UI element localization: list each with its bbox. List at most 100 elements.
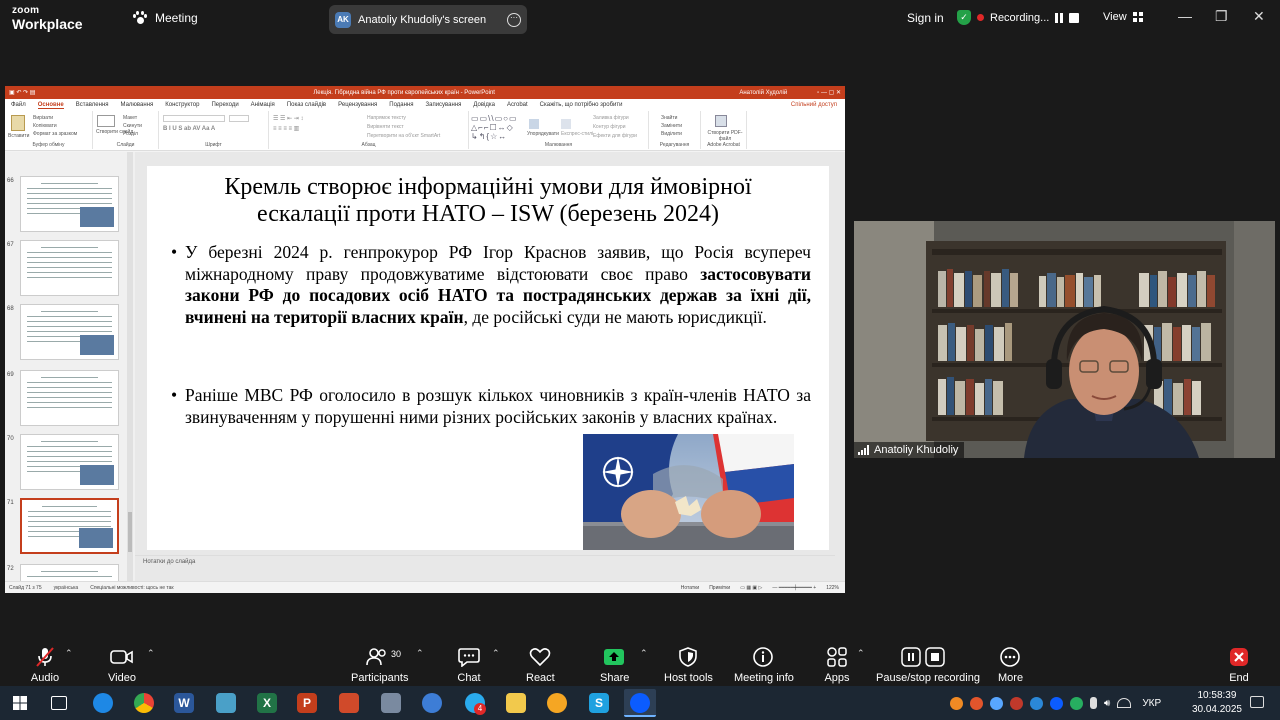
text-direction-button[interactable]: Напрямок тексту xyxy=(367,115,406,121)
stop-recording-icon[interactable] xyxy=(1069,12,1080,23)
ppt-tab[interactable]: Acrobat xyxy=(507,102,528,108)
shape-effects-button[interactable]: Ефекти для фігури xyxy=(593,133,637,139)
share-options-caret[interactable]: ⌃ xyxy=(640,648,648,659)
chat-button[interactable]: Chat xyxy=(456,646,482,684)
shapes-gallery[interactable]: ▭▭\\▭○▭ △⌐⌐☐↔◇ ↳↰{☆↔ xyxy=(471,114,518,141)
more-options-icon[interactable]: ··· xyxy=(507,12,521,27)
smartart-button[interactable]: Перетворити на об'єкт SmartArt xyxy=(367,133,440,139)
zoom-taskbar-icon[interactable] xyxy=(624,689,656,717)
windows-start-icon[interactable] xyxy=(13,696,27,710)
screen-share-indicator[interactable]: AK Anatoliy Khudoliy's screen ··· xyxy=(329,5,527,34)
more-button[interactable]: More xyxy=(998,646,1023,684)
ppt-tab[interactable]: Основне xyxy=(37,102,64,109)
share-screen-button[interactable]: Share xyxy=(600,646,629,684)
thumbnail-scrollbar[interactable] xyxy=(127,152,133,581)
tray-app-icon[interactable] xyxy=(1030,696,1043,710)
host-tools-button[interactable]: Host tools xyxy=(664,646,713,684)
apps-options-caret[interactable]: ⌃ xyxy=(857,648,865,659)
zoom-level[interactable]: 122% xyxy=(826,585,839,591)
minimize-icon[interactable]: — xyxy=(1178,8,1192,24)
slide-thumbnail[interactable] xyxy=(20,370,119,426)
layout-button[interactable]: Макет xyxy=(123,115,137,121)
notifications-icon[interactable] xyxy=(1250,696,1264,708)
format-painter-button[interactable]: Формат за зразком xyxy=(33,131,77,137)
new-slide-icon[interactable] xyxy=(97,115,115,127)
select-button[interactable]: Виділити xyxy=(661,131,682,137)
slide-notes[interactable]: Нотатки до слайда xyxy=(135,555,835,568)
accessibility-indicator[interactable]: Спеціальні можливості: щось не так xyxy=(90,585,173,591)
audio-button[interactable]: Audio xyxy=(30,646,60,684)
copy-button[interactable]: Копіювати xyxy=(33,123,57,129)
font-name-box[interactable] xyxy=(163,115,225,122)
quick-styles-icon[interactable] xyxy=(561,119,571,129)
notepad-icon[interactable] xyxy=(216,693,236,713)
meeting-info-button[interactable]: Meeting info xyxy=(734,646,794,684)
list-buttons[interactable]: ☰ ☰ ⇤ ⇥ ↕ xyxy=(273,115,303,122)
file-explorer-icon[interactable] xyxy=(506,693,526,713)
slide-thumbnail[interactable] xyxy=(20,176,119,232)
pdf-icon[interactable] xyxy=(715,115,727,127)
participant-video[interactable]: Anatoliy Khudoliy xyxy=(854,221,1275,458)
ppt-tab[interactable]: Переходи xyxy=(211,102,238,108)
powerpoint-icon[interactable]: P xyxy=(297,693,317,713)
ppt-tab[interactable]: Малювання xyxy=(121,102,154,108)
align-text-button[interactable]: Вирівняти текст xyxy=(367,124,404,130)
ppt-tab[interactable]: Показ слайдів xyxy=(287,102,326,108)
notes-toggle[interactable]: Нотатки xyxy=(681,585,699,591)
audio-options-caret[interactable]: ⌃ xyxy=(65,648,73,659)
pdf-reader-icon[interactable] xyxy=(339,693,359,713)
ppt-tab[interactable]: Вставлення xyxy=(76,102,109,108)
ppt-tab[interactable]: Конструктор xyxy=(165,102,199,108)
paste-icon[interactable] xyxy=(11,115,25,131)
apps-button[interactable]: Apps xyxy=(824,646,850,684)
slide-thumbnail[interactable] xyxy=(20,498,119,554)
close-icon[interactable]: ✕ xyxy=(1253,8,1265,25)
maximize-icon[interactable]: ❐ xyxy=(1215,8,1228,25)
video-options-caret[interactable]: ⌃ xyxy=(147,648,155,659)
slide-thumbnail[interactable] xyxy=(20,304,119,360)
tray-app-icon[interactable] xyxy=(1070,696,1083,710)
view-menu[interactable]: View xyxy=(1103,11,1143,23)
shape-fill-button[interactable]: Заливка фігури xyxy=(593,115,629,121)
section-button[interactable]: Розділ xyxy=(123,131,138,137)
tray-app-icon[interactable] xyxy=(950,696,963,710)
ppt-tab[interactable]: Скажіть, що потрібно зробити xyxy=(540,102,623,108)
arrange-icon[interactable] xyxy=(529,119,539,129)
ppt-tab[interactable]: Довідка xyxy=(473,102,495,108)
wifi-icon[interactable] xyxy=(1117,698,1132,708)
meeting-menu[interactable]: Meeting xyxy=(133,11,198,25)
ppt-window-controls[interactable]: ▫ — ▢ ✕ xyxy=(817,89,841,96)
tray-app-icon[interactable] xyxy=(1010,696,1023,710)
zoom-slider[interactable]: — ━━━━━┿━━━━━ + xyxy=(772,585,816,591)
tray-zoom-icon[interactable] xyxy=(1050,696,1063,710)
ppt-share-tab[interactable]: Спільний доступ xyxy=(791,102,837,108)
cut-button[interactable]: Вирізати xyxy=(33,115,53,121)
reset-button[interactable]: Скинути xyxy=(123,123,142,129)
usb-icon[interactable] xyxy=(1090,697,1097,709)
chrome-icon[interactable] xyxy=(134,693,154,713)
replace-button[interactable]: Замінити xyxy=(661,123,682,129)
ppt-tab[interactable]: Файл xyxy=(11,102,26,108)
pause-recording-icon[interactable] xyxy=(1055,12,1064,23)
tray-app-icon[interactable] xyxy=(990,696,1003,710)
font-size-box[interactable] xyxy=(229,115,249,122)
pause-stop-recording-button[interactable]: Pause/stop recording xyxy=(876,646,980,684)
align-buttons[interactable]: ≡ ≡ ≡ ≡ ▥ xyxy=(273,125,299,132)
shape-outline-button[interactable]: Контур фігури xyxy=(593,124,625,130)
end-meeting-button[interactable]: End xyxy=(1228,646,1250,684)
ppt-tab[interactable]: Анімація xyxy=(251,102,275,108)
participants-options-caret[interactable]: ⌃ xyxy=(416,648,424,659)
excel-icon[interactable]: X xyxy=(257,693,277,713)
chat-options-caret[interactable]: ⌃ xyxy=(492,648,500,659)
ppt-tab[interactable]: Записування xyxy=(425,102,461,108)
tray-app-icon[interactable] xyxy=(970,696,983,710)
task-view-icon[interactable] xyxy=(51,696,67,710)
chrome-canary-icon[interactable] xyxy=(547,693,567,713)
react-button[interactable]: React xyxy=(526,646,555,684)
sign-in-button[interactable]: Sign in xyxy=(907,11,944,25)
ppt-tab[interactable]: Рецензування xyxy=(338,102,377,108)
find-button[interactable]: Знайти xyxy=(661,115,677,121)
video-button[interactable]: Video xyxy=(108,646,136,684)
word-icon[interactable]: W xyxy=(174,693,194,713)
language-indicator[interactable]: українська xyxy=(54,585,79,591)
